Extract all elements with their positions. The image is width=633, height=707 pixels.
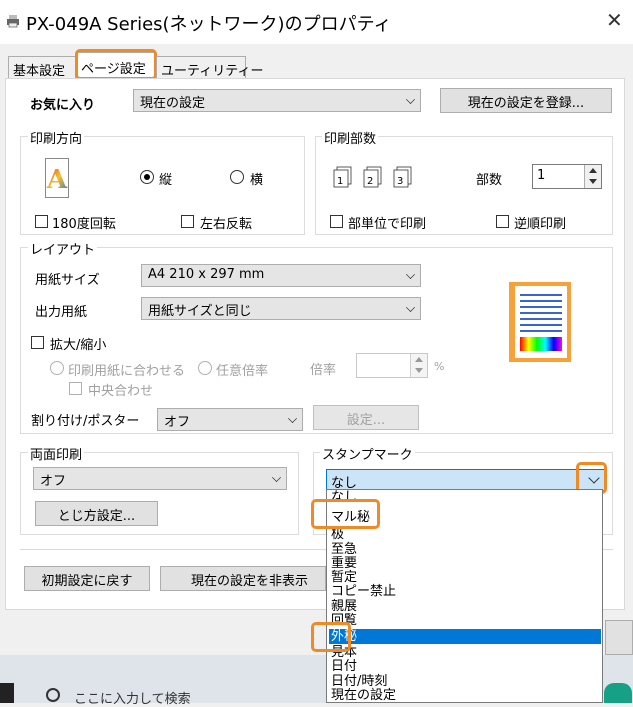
center-checkbox[interactable]	[69, 382, 82, 395]
landscape-radio[interactable]	[230, 170, 244, 184]
custom-scale-label: 任意倍率	[216, 364, 269, 379]
scale-checkbox[interactable]	[31, 336, 44, 349]
copies-group-label: 印刷部数	[322, 128, 379, 147]
stamp-option[interactable]: コピー禁止	[329, 584, 601, 599]
multipage-settings-button[interactable]: 設定...	[313, 405, 419, 430]
favorites-select[interactable]: 現在の設定	[133, 89, 421, 112]
ratio-spin[interactable]	[410, 354, 427, 377]
tab-basic-settings[interactable]: 基本設定	[8, 56, 76, 79]
copies-value: 1	[537, 168, 546, 183]
hide-settings-button[interactable]: 現在の設定を非表示	[160, 566, 326, 591]
spin-down-icon[interactable]	[415, 368, 423, 373]
portrait-a-icon: A	[45, 158, 69, 198]
stamp-option[interactable]: 日付/時刻	[329, 674, 601, 689]
mirror-label: 左右反転	[200, 217, 253, 232]
portrait-radio[interactable]	[140, 170, 154, 184]
favorites-label: お気に入り	[30, 98, 96, 113]
mirror-checkbox[interactable]	[181, 215, 194, 228]
reverse-checkbox[interactable]	[496, 215, 509, 228]
stamp-option[interactable]: 回覧	[329, 613, 601, 628]
spin-up-icon[interactable]	[415, 357, 423, 362]
scale-label: 拡大/縮小	[50, 338, 107, 353]
partial-button[interactable]	[605, 620, 633, 655]
collate-pages-icon: 1 2 3	[333, 166, 412, 188]
rotate180-checkbox[interactable]	[35, 215, 48, 228]
portrait-label: 縦	[159, 173, 173, 188]
tab-utility[interactable]: ユーティリティー	[156, 56, 263, 79]
option-highlight-marukuhi	[311, 499, 380, 529]
layout-group-label: レイアウト	[28, 239, 98, 258]
ratio-label: 倍率	[310, 363, 337, 378]
page-preview-icon	[509, 282, 571, 362]
spin-down-icon[interactable]	[589, 179, 597, 184]
orientation-group-label: 印刷方向	[28, 128, 85, 147]
taskbar-search[interactable]: ここに入力して検索	[74, 688, 191, 707]
stamp-option[interactable]: 現在の設定	[329, 688, 601, 702]
stamp-option[interactable]: 日付	[329, 659, 601, 674]
fit-page-radio[interactable]	[50, 361, 64, 375]
printer-icon	[7, 15, 19, 28]
collate-checkbox[interactable]	[330, 215, 343, 228]
copies-label: 部数	[476, 173, 503, 188]
duplex-group-label: 両面印刷	[28, 444, 85, 463]
edge-icon[interactable]	[604, 683, 632, 703]
collate-label: 部単位で印刷	[348, 217, 427, 232]
chevron-down-icon	[406, 95, 415, 104]
reverse-label: 逆順印刷	[514, 217, 567, 232]
output-paper-value: 用紙サイズと同じ	[148, 304, 252, 319]
search-icon	[46, 688, 60, 702]
svg-text:A: A	[46, 165, 68, 195]
paper-size-value: A4 210 x 297 mm	[148, 267, 265, 282]
binding-settings-button[interactable]: とじ方設定...	[35, 501, 158, 526]
chevron-down-icon	[406, 303, 415, 312]
chevron-down-icon	[406, 270, 415, 279]
tab-highlight	[75, 49, 157, 80]
fit-page-label: 印刷用紙に合わせる	[68, 364, 186, 379]
spin-buttons[interactable]	[584, 165, 601, 188]
stamp-option[interactable]: 极	[329, 527, 601, 542]
stamp-option[interactable]: 暂定	[329, 570, 601, 585]
reset-defaults-button[interactable]: 初期設定に戻す	[24, 566, 150, 591]
register-settings-button[interactable]: 現在の設定を登録...	[440, 88, 612, 113]
stamp-option[interactable]: 至急	[329, 542, 601, 557]
duplex-value: オフ	[40, 474, 67, 489]
multipage-select[interactable]: オフ	[157, 408, 303, 431]
stamp-group-label: スタンプマーク	[320, 444, 415, 463]
page-icon-2: 2	[367, 176, 373, 187]
paper-size-label: 用紙サイズ	[35, 273, 100, 288]
stamp-select[interactable]: なし	[326, 469, 605, 491]
title-bar: PX-049A Series(ネットワーク)のプロパティ ✕	[0, 0, 633, 44]
chevron-down-icon	[288, 414, 297, 423]
stamp-option-selected[interactable]: 外秘	[329, 629, 601, 644]
spin-up-icon[interactable]	[589, 168, 597, 173]
favorites-value: 現在の設定	[140, 96, 206, 111]
multipage-label: 割り付け/ポスター	[31, 414, 140, 429]
output-paper-select[interactable]: 用紙サイズと同じ	[141, 297, 421, 320]
stamp-option[interactable]: 重要	[329, 556, 601, 571]
page-icon-3: 3	[397, 176, 403, 187]
ratio-unit: %	[434, 360, 445, 373]
option-highlight-gaihi	[311, 622, 351, 652]
paper-size-select[interactable]: A4 210 x 297 mm	[141, 264, 421, 287]
rotate180-label: 180度回転	[52, 217, 116, 232]
copies-stepper[interactable]: 1	[532, 164, 602, 189]
multipage-value: オフ	[164, 415, 191, 430]
custom-scale-radio[interactable]	[198, 361, 212, 375]
center-label: 中央合わせ	[88, 384, 154, 399]
landscape-label: 横	[250, 173, 264, 188]
window-title: PX-049A Series(ネットワーク)のプロパティ	[26, 14, 392, 35]
stamp-option[interactable]: 見本	[329, 645, 601, 660]
chevron-down-icon	[272, 473, 281, 482]
stamp-option[interactable]: 親展	[329, 599, 601, 614]
output-paper-label: 出力用紙	[35, 305, 88, 320]
close-button[interactable]: ✕	[606, 8, 623, 32]
page-icon-1: 1	[337, 176, 343, 187]
start-button[interactable]	[0, 683, 14, 703]
duplex-select[interactable]: オフ	[33, 467, 287, 490]
ratio-stepper[interactable]	[356, 353, 428, 378]
